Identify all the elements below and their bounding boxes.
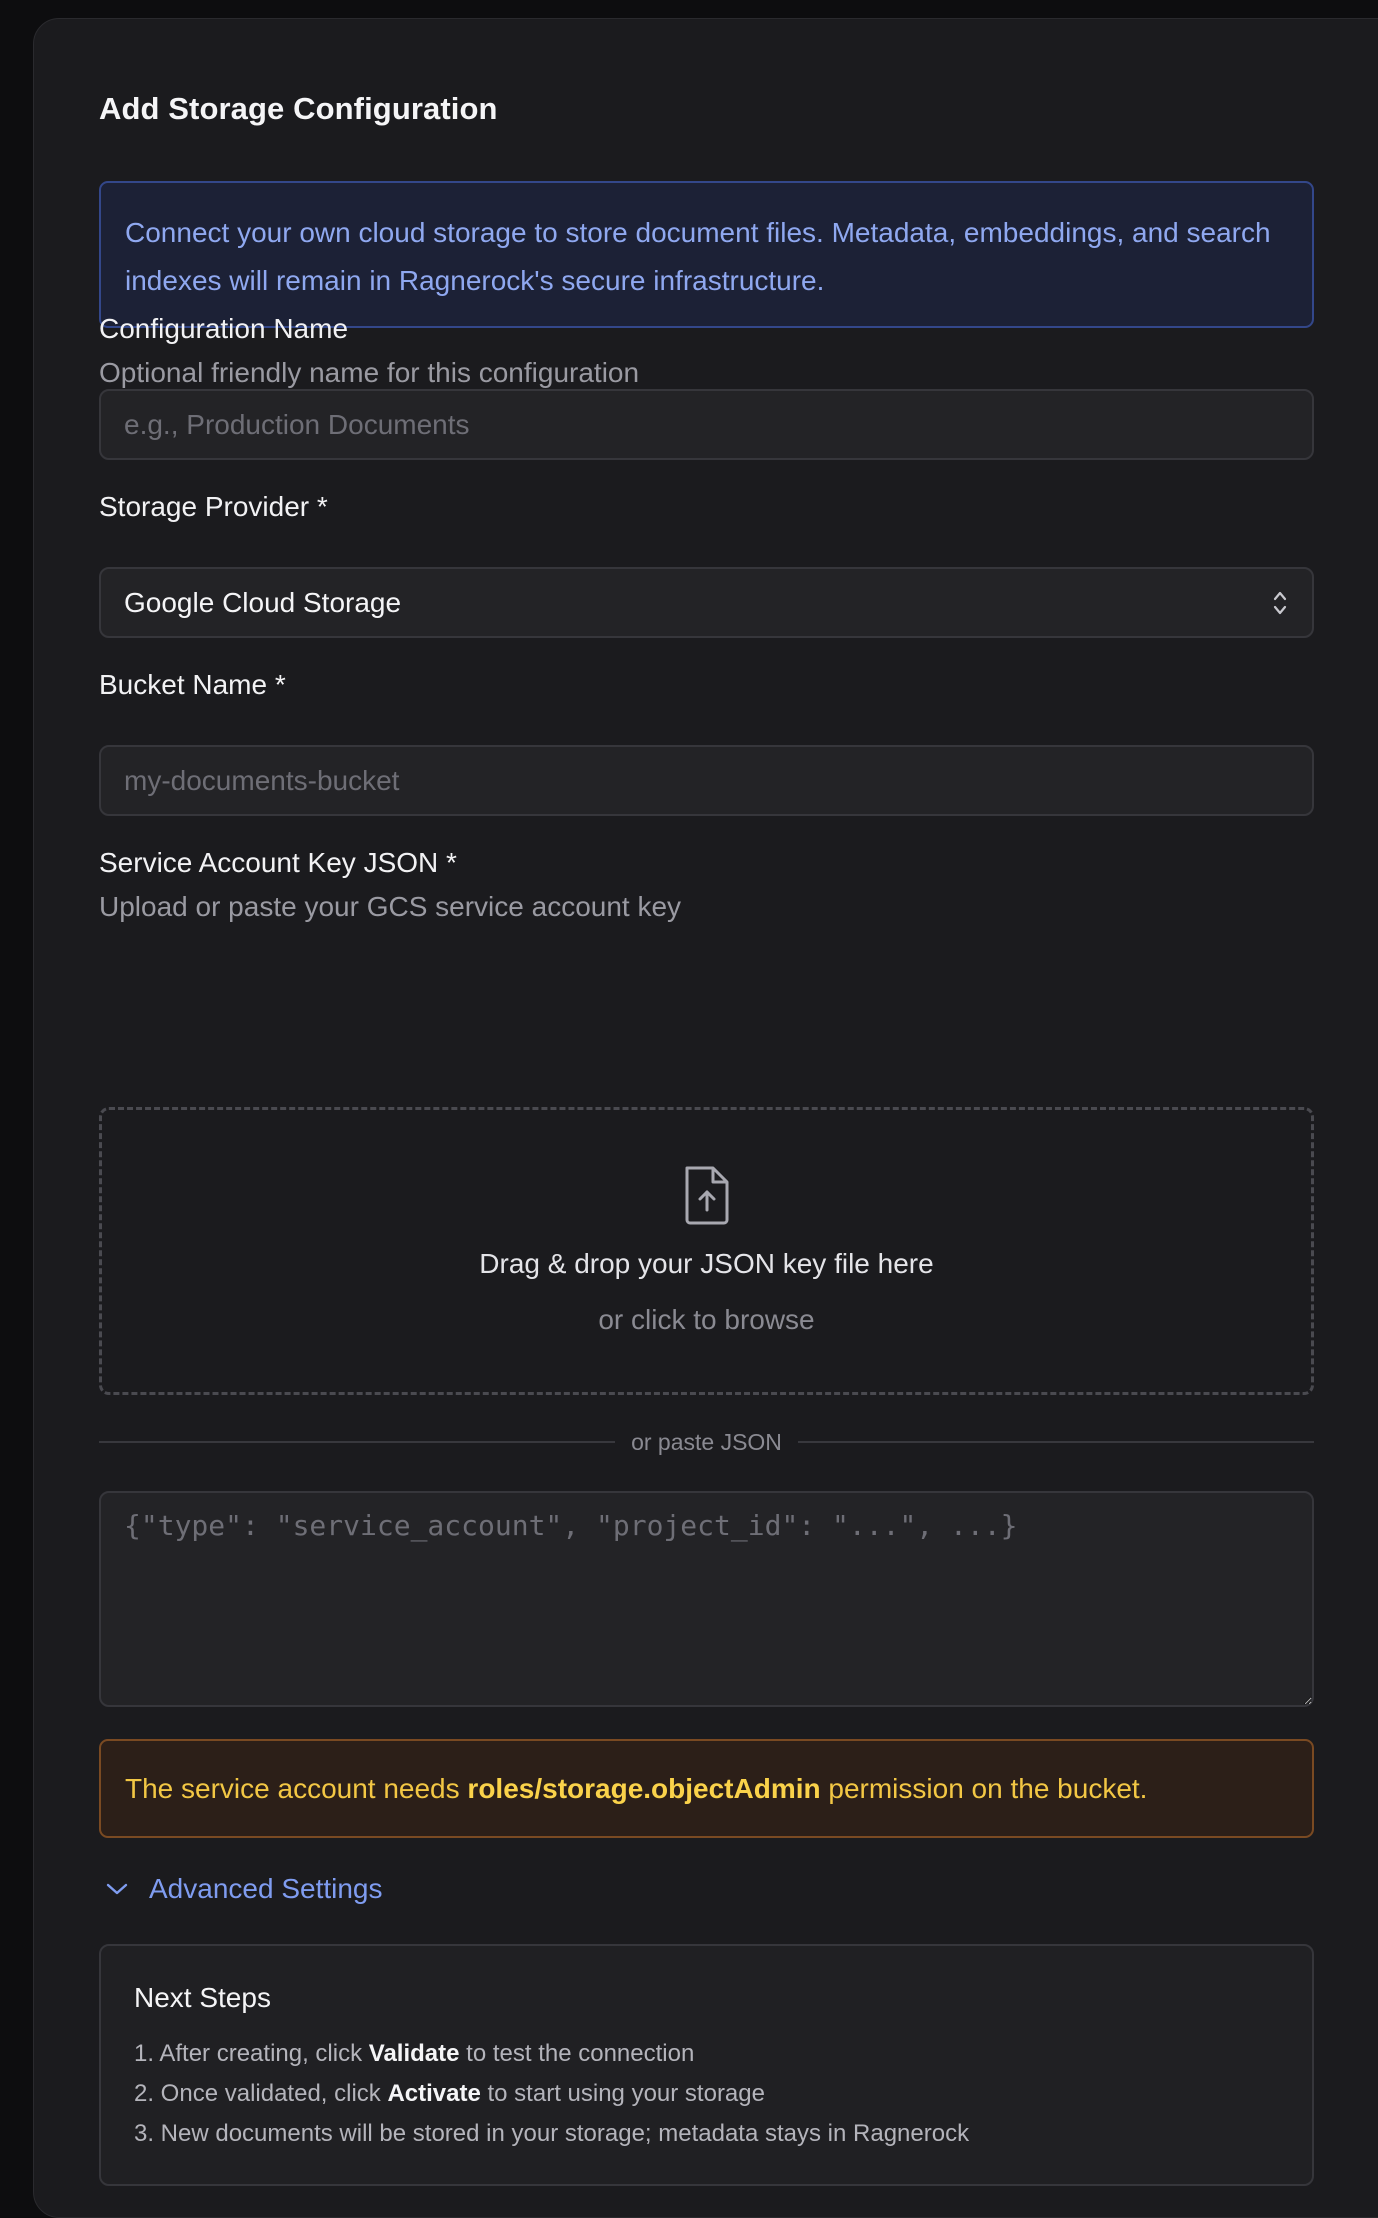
info-banner: Connect your own cloud storage to store …	[99, 181, 1314, 328]
storage-config-panel: Add Storage Configuration Connect your o…	[33, 18, 1378, 2218]
step-text: 1. After creating, click	[134, 2040, 369, 2067]
step-text-end: to test the connection	[459, 2040, 695, 2067]
file-upload-icon	[685, 1166, 728, 1225]
warning-prefix: The service account needs	[125, 1772, 468, 1804]
page-title: Add Storage Configuration	[99, 91, 498, 126]
bucket-name-input[interactable]	[99, 745, 1314, 816]
step-text: 3. New documents will be stored in your …	[134, 2120, 970, 2147]
config-name-label: Configuration Name	[99, 313, 349, 344]
config-name-hint: Optional friendly name for this configur…	[99, 357, 640, 388]
chevron-down-icon	[106, 1883, 128, 1895]
warning-suffix: permission on the bucket.	[820, 1772, 1148, 1804]
list-item: 1. After creating, click Validate to tes…	[134, 2034, 1279, 2074]
step-text-end: to start using your storage	[480, 2080, 765, 2107]
advanced-settings-label: Advanced Settings	[149, 1873, 383, 1904]
permission-warning: The service account needs roles/storage.…	[99, 1739, 1314, 1838]
config-name-input[interactable]	[99, 389, 1314, 460]
step-text: 2. Once validated, click	[134, 2080, 388, 2107]
storage-provider-value: Google Cloud Storage	[124, 586, 402, 618]
next-steps-list: 1. After creating, click Validate to tes…	[134, 2034, 1279, 2154]
advanced-settings-toggle[interactable]: Advanced Settings	[99, 1873, 383, 1905]
list-item: 3. New documents will be stored in your …	[134, 2114, 1279, 2154]
or-divider: or paste JSON	[99, 1427, 1314, 1457]
storage-provider-label: Storage Provider *	[99, 491, 328, 522]
divider-line-right	[797, 1441, 1314, 1443]
step-action: Activate	[387, 2080, 481, 2107]
json-key-dropzone[interactable]: Drag & drop your JSON key file here or c…	[99, 1107, 1314, 1395]
bucket-name-label: Bucket Name *	[99, 669, 286, 700]
dropzone-main-text: Drag & drop your JSON key file here	[479, 1248, 934, 1279]
divider-line-left	[99, 1441, 616, 1443]
chevron-updown-icon	[1271, 588, 1289, 618]
list-item: 2. Once validated, click Activate to sta…	[134, 2074, 1279, 2114]
next-steps-card: Next Steps 1. After creating, click Vali…	[99, 1944, 1314, 2186]
service-key-label: Service Account Key JSON *	[99, 847, 457, 878]
next-steps-title: Next Steps	[134, 1982, 271, 2013]
service-key-hint: Upload or paste your GCS service account…	[99, 891, 682, 922]
dropzone-browse-text[interactable]: or click to browse	[102, 1304, 1311, 1336]
json-key-textarea[interactable]	[99, 1491, 1314, 1707]
step-action: Validate	[368, 2040, 460, 2067]
storage-provider-select[interactable]: Google Cloud Storage	[99, 567, 1314, 638]
divider-text: or paste JSON	[631, 1428, 782, 1455]
warning-role: roles/storage.objectAdmin	[467, 1772, 821, 1804]
